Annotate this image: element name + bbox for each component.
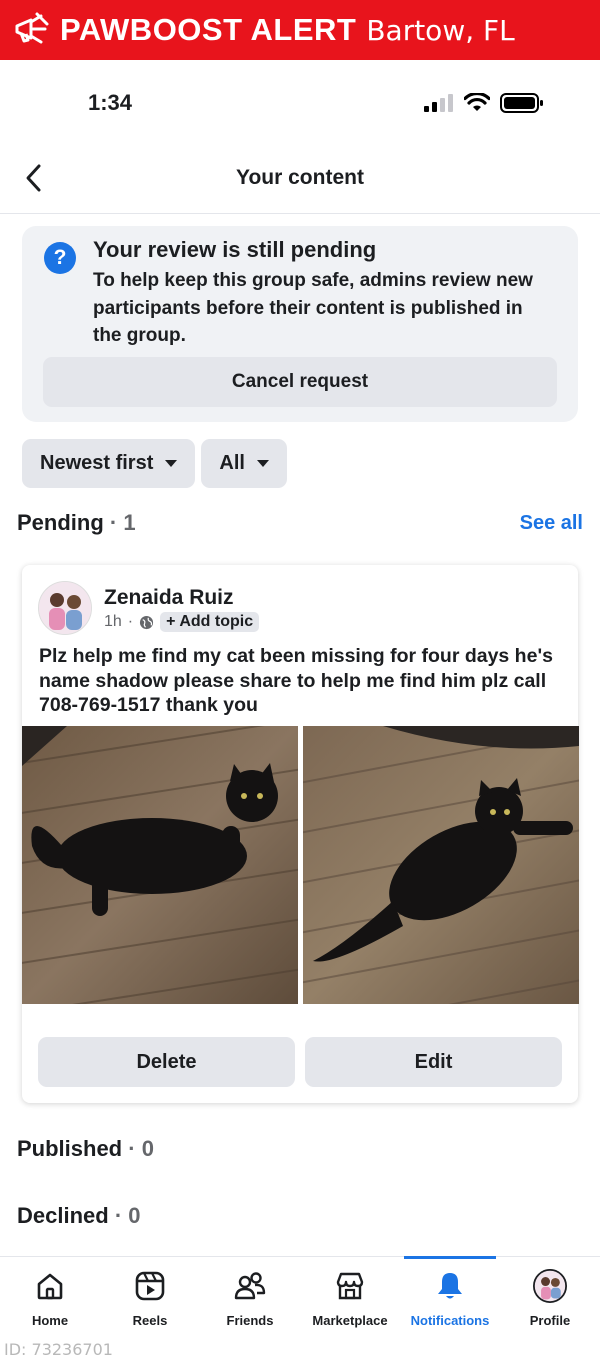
published-header: Published · 0 (17, 1136, 154, 1162)
alert-location: Bartow, FL (366, 13, 515, 47)
profile-avatar (533, 1269, 567, 1303)
tab-reels[interactable]: Reels (100, 1257, 200, 1333)
declined-label: Declined (17, 1203, 109, 1228)
cat-photo-1[interactable] (22, 726, 298, 1004)
status-time: 1:34 (88, 90, 133, 115)
tab-home[interactable]: Home (0, 1257, 100, 1333)
cancel-request-button[interactable]: Cancel request (43, 357, 557, 407)
published-count: · 0 (128, 1136, 154, 1161)
review-pending-card: ? Your review is still pending To help k… (22, 226, 578, 422)
pending-post: Zenaida Ruiz 1h · + Add topic Plz help m… (22, 565, 579, 1103)
sort-dropdown[interactable]: Newest first (22, 439, 196, 488)
tab-marketplace[interactable]: Marketplace (300, 1257, 400, 1333)
tab-label: Notifications (410, 1313, 490, 1328)
review-title: Your review is still pending (93, 237, 377, 262)
post-time: 1h (104, 613, 122, 630)
sort-label: Newest first (40, 452, 154, 474)
caret-down-icon (256, 460, 269, 467)
add-topic-button[interactable]: + Add topic (160, 612, 260, 632)
pending-count: · 1 (109, 510, 136, 535)
page-title: Your content (236, 166, 364, 189)
filter-row: Newest first All (22, 439, 287, 488)
cat-photo-2[interactable] (303, 726, 579, 1004)
author-avatar[interactable] (38, 581, 92, 635)
tab-profile[interactable]: Profile (500, 1257, 600, 1333)
post-text: Plz help me find my cat been missing for… (39, 645, 553, 716)
tab-label: Marketplace (312, 1313, 388, 1328)
tab-label: Home (31, 1313, 69, 1328)
pawboost-alert-bar: PAWBOOST ALERT Bartow, FL (0, 0, 600, 60)
tab-friends[interactable]: Friends (200, 1257, 300, 1333)
status-icons (424, 91, 544, 119)
pending-header: Pending · 1 (17, 510, 136, 536)
type-label: All (219, 452, 245, 474)
pawboost-brand: PAWBOOST ALERT (60, 12, 357, 47)
type-dropdown[interactable]: All (201, 439, 287, 488)
review-body: To help keep this group safe, admins rev… (93, 270, 533, 346)
edit-button[interactable]: Edit (305, 1037, 562, 1087)
footer-id: ID: 73236701 (4, 1340, 113, 1359)
home-icon (33, 1269, 67, 1303)
status-bar: 1:34 (0, 60, 600, 148)
marketplace-icon (333, 1269, 367, 1303)
wifi-icon (463, 91, 491, 118)
tab-notifications[interactable]: Notifications (400, 1256, 500, 1333)
signal-icon (424, 93, 454, 118)
top-nav: Your content (0, 148, 600, 214)
question-icon: ? (44, 242, 76, 274)
pending-label: Pending (17, 510, 104, 535)
author-name[interactable]: Zenaida Ruiz (104, 586, 234, 610)
post-meta: 1h · + Add topic (104, 612, 260, 632)
tab-label: Reels (132, 1313, 168, 1328)
reels-icon (133, 1269, 167, 1303)
megaphone-icon (8, 7, 54, 53)
bottom-tab-bar: Home Reels Friends Marketplace Notificat… (0, 1256, 600, 1332)
published-label: Published (17, 1136, 123, 1161)
globe-icon (139, 615, 154, 630)
delete-button[interactable]: Delete (38, 1037, 295, 1087)
caret-down-icon (165, 460, 178, 467)
declined-count: · 0 (114, 1203, 141, 1228)
meta-separator: · (127, 613, 134, 630)
battery-icon (500, 92, 544, 119)
friends-icon (233, 1269, 267, 1303)
declined-header: Declined · 0 (17, 1203, 141, 1229)
see-all-link[interactable]: See all (520, 512, 583, 535)
tab-label: Friends (226, 1313, 274, 1328)
bell-icon (433, 1269, 467, 1303)
tab-label: Profile (529, 1313, 571, 1328)
